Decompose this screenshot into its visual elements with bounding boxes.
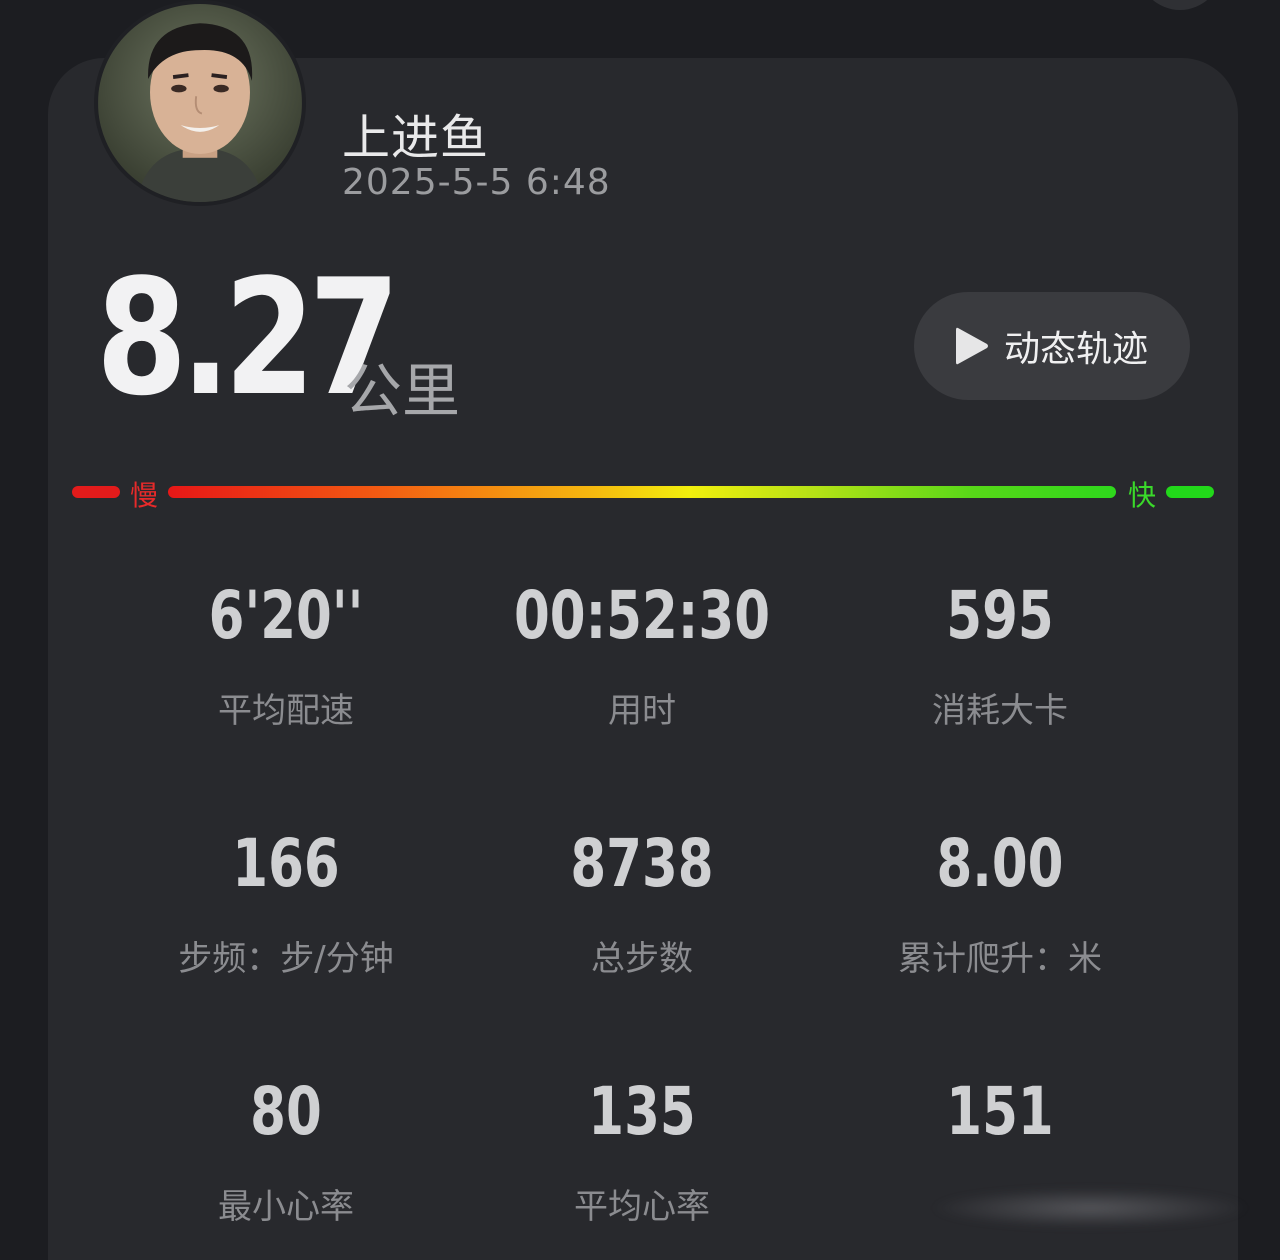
dynamic-track-label: 动态轨迹: [1004, 329, 1149, 370]
stat-label: 最小心率: [218, 1186, 354, 1227]
stat-calories: 595 消耗大卡: [822, 577, 1178, 732]
play-icon: [956, 327, 988, 365]
stat-value: 00:52:30: [513, 577, 771, 654]
stat-avg-pace: 6'20'' 平均配速: [108, 577, 464, 732]
stat-value: 166: [232, 825, 340, 902]
speed-gradient-bar: [168, 486, 1116, 498]
stat-value: 80: [250, 1073, 322, 1150]
avatar-image: [98, 4, 302, 202]
stat-label: 用时: [608, 690, 676, 731]
fast-label: 快: [1128, 479, 1157, 512]
stat-avg-heart-rate: 135 平均心率: [464, 1073, 820, 1228]
stat-total-steps: 8738 总步数: [464, 825, 820, 980]
stat-value: 8.00: [936, 825, 1064, 902]
slow-bar-segment: [72, 486, 120, 498]
distance-unit: 公里: [344, 357, 461, 425]
avatar[interactable]: [94, 0, 306, 206]
stat-value: 135: [588, 1073, 696, 1150]
stat-label: 平均配速: [218, 690, 354, 731]
speed-color-legend: 慢 快: [72, 474, 1214, 512]
stat-elevation-gain: 8.00 累计爬升：米: [822, 825, 1178, 980]
stat-label: 步频：步/分钟: [178, 938, 394, 979]
workout-summary-screen: 上进鱼 2025-5-5 6:48 8.27 公里 动态轨迹 慢 快 6'20'…: [0, 0, 1280, 1260]
stat-duration: 00:52:30 用时: [464, 577, 820, 732]
stat-value: 8738: [570, 825, 714, 902]
workout-timestamp: 2025-5-5 6:48: [342, 162, 611, 203]
stat-value: 6'20'': [208, 577, 364, 654]
dynamic-track-button[interactable]: 动态轨迹: [914, 292, 1190, 400]
top-right-button[interactable]: [1138, 0, 1222, 10]
stat-label: 累计爬升：米: [898, 938, 1102, 979]
stat-label: 平均心率: [574, 1186, 710, 1227]
user-name: 上进鱼: [342, 110, 490, 166]
stat-value: 595: [946, 577, 1054, 654]
slow-label: 慢: [130, 479, 159, 512]
fast-bar-segment: [1166, 486, 1214, 498]
stat-label: 消耗大卡: [932, 690, 1068, 731]
stat-min-heart-rate: 80 最小心率: [108, 1073, 464, 1228]
stat-max-heart-rate: 151: [822, 1073, 1178, 1179]
stat-value: 151: [946, 1073, 1054, 1150]
watermark-blur: [930, 1188, 1250, 1228]
stat-cadence: 166 步频：步/分钟: [108, 825, 464, 980]
stat-label: 总步数: [591, 938, 693, 979]
